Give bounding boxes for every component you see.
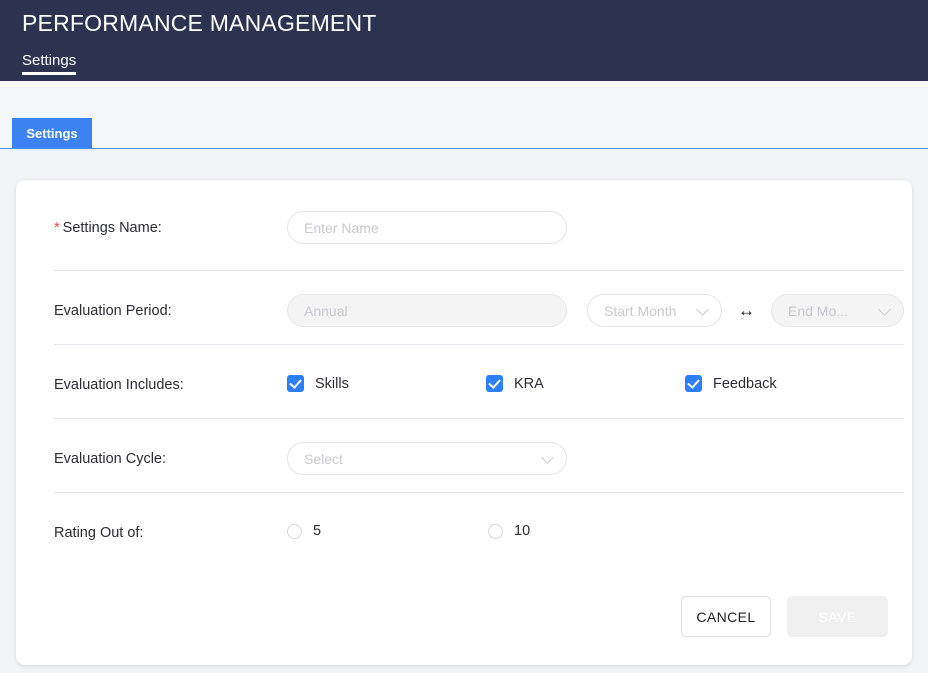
chevron-down-icon: [878, 302, 891, 316]
radio-rating-5[interactable]: 5: [287, 523, 321, 539]
evaluation-period-value-field: Annual: [287, 294, 567, 327]
tab-settings-label: Settings: [26, 125, 78, 141]
settings-name-label: * Settings Name:: [54, 220, 162, 236]
tab-bar: Settings: [0, 81, 928, 149]
settings-form-card: * Settings Name: Enter Name Evaluation Pe…: [16, 180, 912, 665]
chevron-down-icon: [696, 302, 709, 316]
divider: [54, 492, 904, 493]
end-month-select[interactable]: End Mo...: [771, 294, 904, 327]
save-button: SAVE: [787, 596, 888, 637]
end-month-value: End Mo...: [788, 302, 848, 319]
radio-rating-10-label: 10: [514, 523, 531, 539]
evaluation-cycle-value: Select: [304, 450, 343, 467]
divider: [54, 418, 904, 419]
cancel-button[interactable]: CANCEL: [681, 596, 771, 637]
radio-rating-5-label: 5: [313, 523, 322, 539]
evaluation-cycle-label: Evaluation Cycle:: [54, 451, 167, 467]
rating-out-of-label: Rating Out of:: [54, 525, 144, 541]
evaluation-period-label: Evaluation Period:: [54, 303, 172, 319]
checkbox-kra[interactable]: KRA: [486, 375, 544, 392]
settings-name-input[interactable]: Enter Name: [287, 211, 567, 244]
radio-unchecked-icon: [287, 523, 302, 539]
radio-unchecked-icon: [488, 523, 503, 539]
evaluation-includes-label: Evaluation Includes:: [54, 377, 184, 393]
checkbox-skills[interactable]: Skills: [287, 375, 349, 392]
divider: [54, 344, 904, 345]
checkbox-checked-icon: [486, 375, 503, 392]
radio-rating-10[interactable]: 10: [488, 523, 530, 539]
checkbox-feedback[interactable]: Feedback: [685, 375, 777, 392]
start-month-select[interactable]: Start Month: [587, 294, 722, 327]
checkbox-checked-icon: [685, 375, 702, 392]
app-header: PERFORMANCE MANAGEMENT Settings: [0, 0, 928, 81]
chevron-down-icon: [541, 450, 554, 464]
range-separator-icon: ↔: [738, 301, 755, 320]
nav-item-settings[interactable]: Settings: [22, 52, 77, 75]
evaluation-cycle-select[interactable]: Select: [287, 442, 567, 475]
checkbox-feedback-label: Feedback: [713, 375, 777, 392]
checkbox-kra-label: KRA: [514, 375, 544, 392]
divider: [54, 270, 904, 271]
page-title: PERFORMANCE MANAGEMENT: [22, 10, 377, 36]
tab-settings[interactable]: Settings: [12, 118, 92, 148]
required-marker: *: [54, 220, 60, 236]
nav-item-label: Settings: [22, 52, 77, 69]
settings-name-label-text: Settings Name:: [62, 220, 162, 236]
start-month-value: Start Month: [604, 302, 677, 319]
checkbox-checked-icon: [287, 375, 304, 392]
checkbox-skills-label: Skills: [315, 375, 349, 392]
primary-nav: Settings: [22, 52, 77, 75]
